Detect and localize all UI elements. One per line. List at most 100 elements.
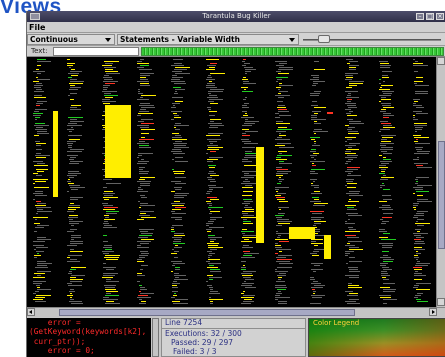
code-line-mark: [310, 95, 319, 96]
code-line-mark: [70, 161, 83, 162]
code-line-mark: [349, 293, 358, 294]
code-line-mark: [207, 191, 212, 192]
text-search-input[interactable]: [53, 47, 139, 56]
code-line-mark: [349, 143, 360, 144]
code-line-mark: [383, 255, 388, 256]
code-line-mark: [69, 139, 80, 140]
code-line-mark: [67, 295, 73, 296]
zoom-slider-thumb[interactable]: [318, 35, 331, 43]
execution-overview-bar[interactable]: [141, 47, 444, 56]
code-line-mark: [69, 215, 78, 216]
horizontal-scrollbar[interactable]: [27, 307, 445, 317]
code-line-mark: [33, 161, 43, 162]
code-line-mark: [278, 105, 285, 106]
code-line-mark: [310, 253, 317, 254]
code-line-mark: [174, 273, 179, 274]
code-line-mark: [278, 235, 281, 236]
code-line-mark: [277, 275, 286, 276]
code-line-mark: [277, 101, 283, 102]
code-line-mark: [36, 201, 41, 202]
scroll-right-button[interactable]: [429, 308, 437, 316]
code-line-mark: [37, 275, 41, 276]
code-line-mark: [103, 85, 110, 86]
code-line-mark: [71, 267, 86, 268]
code-line-mark: [383, 213, 393, 214]
code-line-mark: [35, 227, 44, 228]
code-line-mark: [275, 95, 290, 96]
code-line-mark: [103, 227, 117, 228]
code-line-mark: [137, 297, 151, 298]
maximize-button[interactable]: □: [426, 13, 434, 20]
code-line-mark: [347, 155, 358, 156]
code-line-mark: [275, 61, 287, 62]
code-line-mark: [35, 155, 50, 156]
code-line-mark: [104, 257, 119, 258]
code-line-mark: [210, 119, 221, 120]
code-line-mark: [71, 237, 81, 238]
code-line-mark: [276, 77, 288, 78]
code-line-mark: [347, 175, 361, 176]
chevron-down-icon: [289, 38, 295, 42]
code-line-mark: [381, 271, 387, 272]
scroll-up-button[interactable]: [437, 57, 445, 65]
code-line-mark: [71, 105, 81, 106]
close-button[interactable]: ×: [436, 13, 444, 20]
code-line-mark: [171, 217, 182, 218]
source-code-view[interactable]: error = (GetKeyword(keywords[k2], curr_pt…: [27, 318, 151, 357]
scroll-down-button[interactable]: [437, 298, 445, 306]
code-line-mark: [311, 139, 315, 140]
code-map-view[interactable]: [27, 57, 436, 307]
code-line-mark: [106, 293, 111, 294]
code-line-mark: [347, 237, 359, 238]
code-line-mark: [33, 299, 43, 300]
code-line-mark: [210, 239, 216, 240]
code-line-mark: [348, 127, 355, 128]
slide: Views Tarantula Bug Killer – □ × File Co…: [0, 0, 445, 357]
code-line-mark: [348, 285, 359, 286]
code-line-mark: [137, 81, 149, 82]
code-line-mark: [383, 291, 395, 292]
code-line-mark: [208, 165, 216, 166]
code-line-mark: [173, 263, 185, 264]
mode-select[interactable]: Continuous: [27, 34, 115, 45]
code-line-mark: [140, 213, 146, 214]
code-line-mark: [245, 69, 256, 70]
code-line-mark: [174, 195, 187, 196]
code-line-mark: [345, 157, 357, 158]
view-select[interactable]: Statements - Variable Width: [117, 34, 299, 45]
code-line-mark: [69, 131, 72, 132]
code-line-mark: [174, 63, 182, 64]
code-line-mark: [347, 209, 357, 210]
code-line-mark: [417, 195, 423, 196]
code-line-mark: [314, 69, 325, 70]
code-line-mark: [102, 91, 117, 92]
scroll-left-button[interactable]: [27, 308, 35, 316]
code-line-mark: [71, 303, 83, 304]
code-line-mark: [349, 191, 360, 192]
code-line-mark: [380, 65, 391, 66]
code-line-mark: [379, 229, 385, 230]
code-line-mark: [414, 255, 418, 256]
highlighted-code-block: [105, 105, 131, 178]
code-map-canvas[interactable]: [27, 57, 436, 307]
code-line-mark: [68, 179, 70, 180]
code-line-mark: [140, 289, 147, 290]
code-line-mark: [36, 83, 42, 84]
code-line-mark: [310, 151, 316, 152]
code-line-mark: [241, 217, 256, 218]
vertical-scroll-thumb[interactable]: [438, 141, 445, 249]
menu-file[interactable]: File: [29, 22, 45, 33]
code-line-mark: [346, 179, 354, 180]
code-line-mark: [346, 181, 353, 182]
code-line-mark: [346, 161, 351, 162]
source-code-scrollbar[interactable]: [152, 318, 159, 357]
horizontal-scroll-thumb[interactable]: [59, 309, 355, 316]
code-line-mark: [68, 209, 76, 210]
code-line-mark: [276, 281, 285, 282]
code-line-mark: [139, 105, 154, 106]
code-line-mark: [137, 115, 141, 116]
vertical-scrollbar[interactable]: [436, 57, 445, 307]
minimize-button[interactable]: –: [416, 13, 424, 20]
code-line-mark: [345, 91, 358, 92]
code-line-mark: [275, 243, 278, 244]
